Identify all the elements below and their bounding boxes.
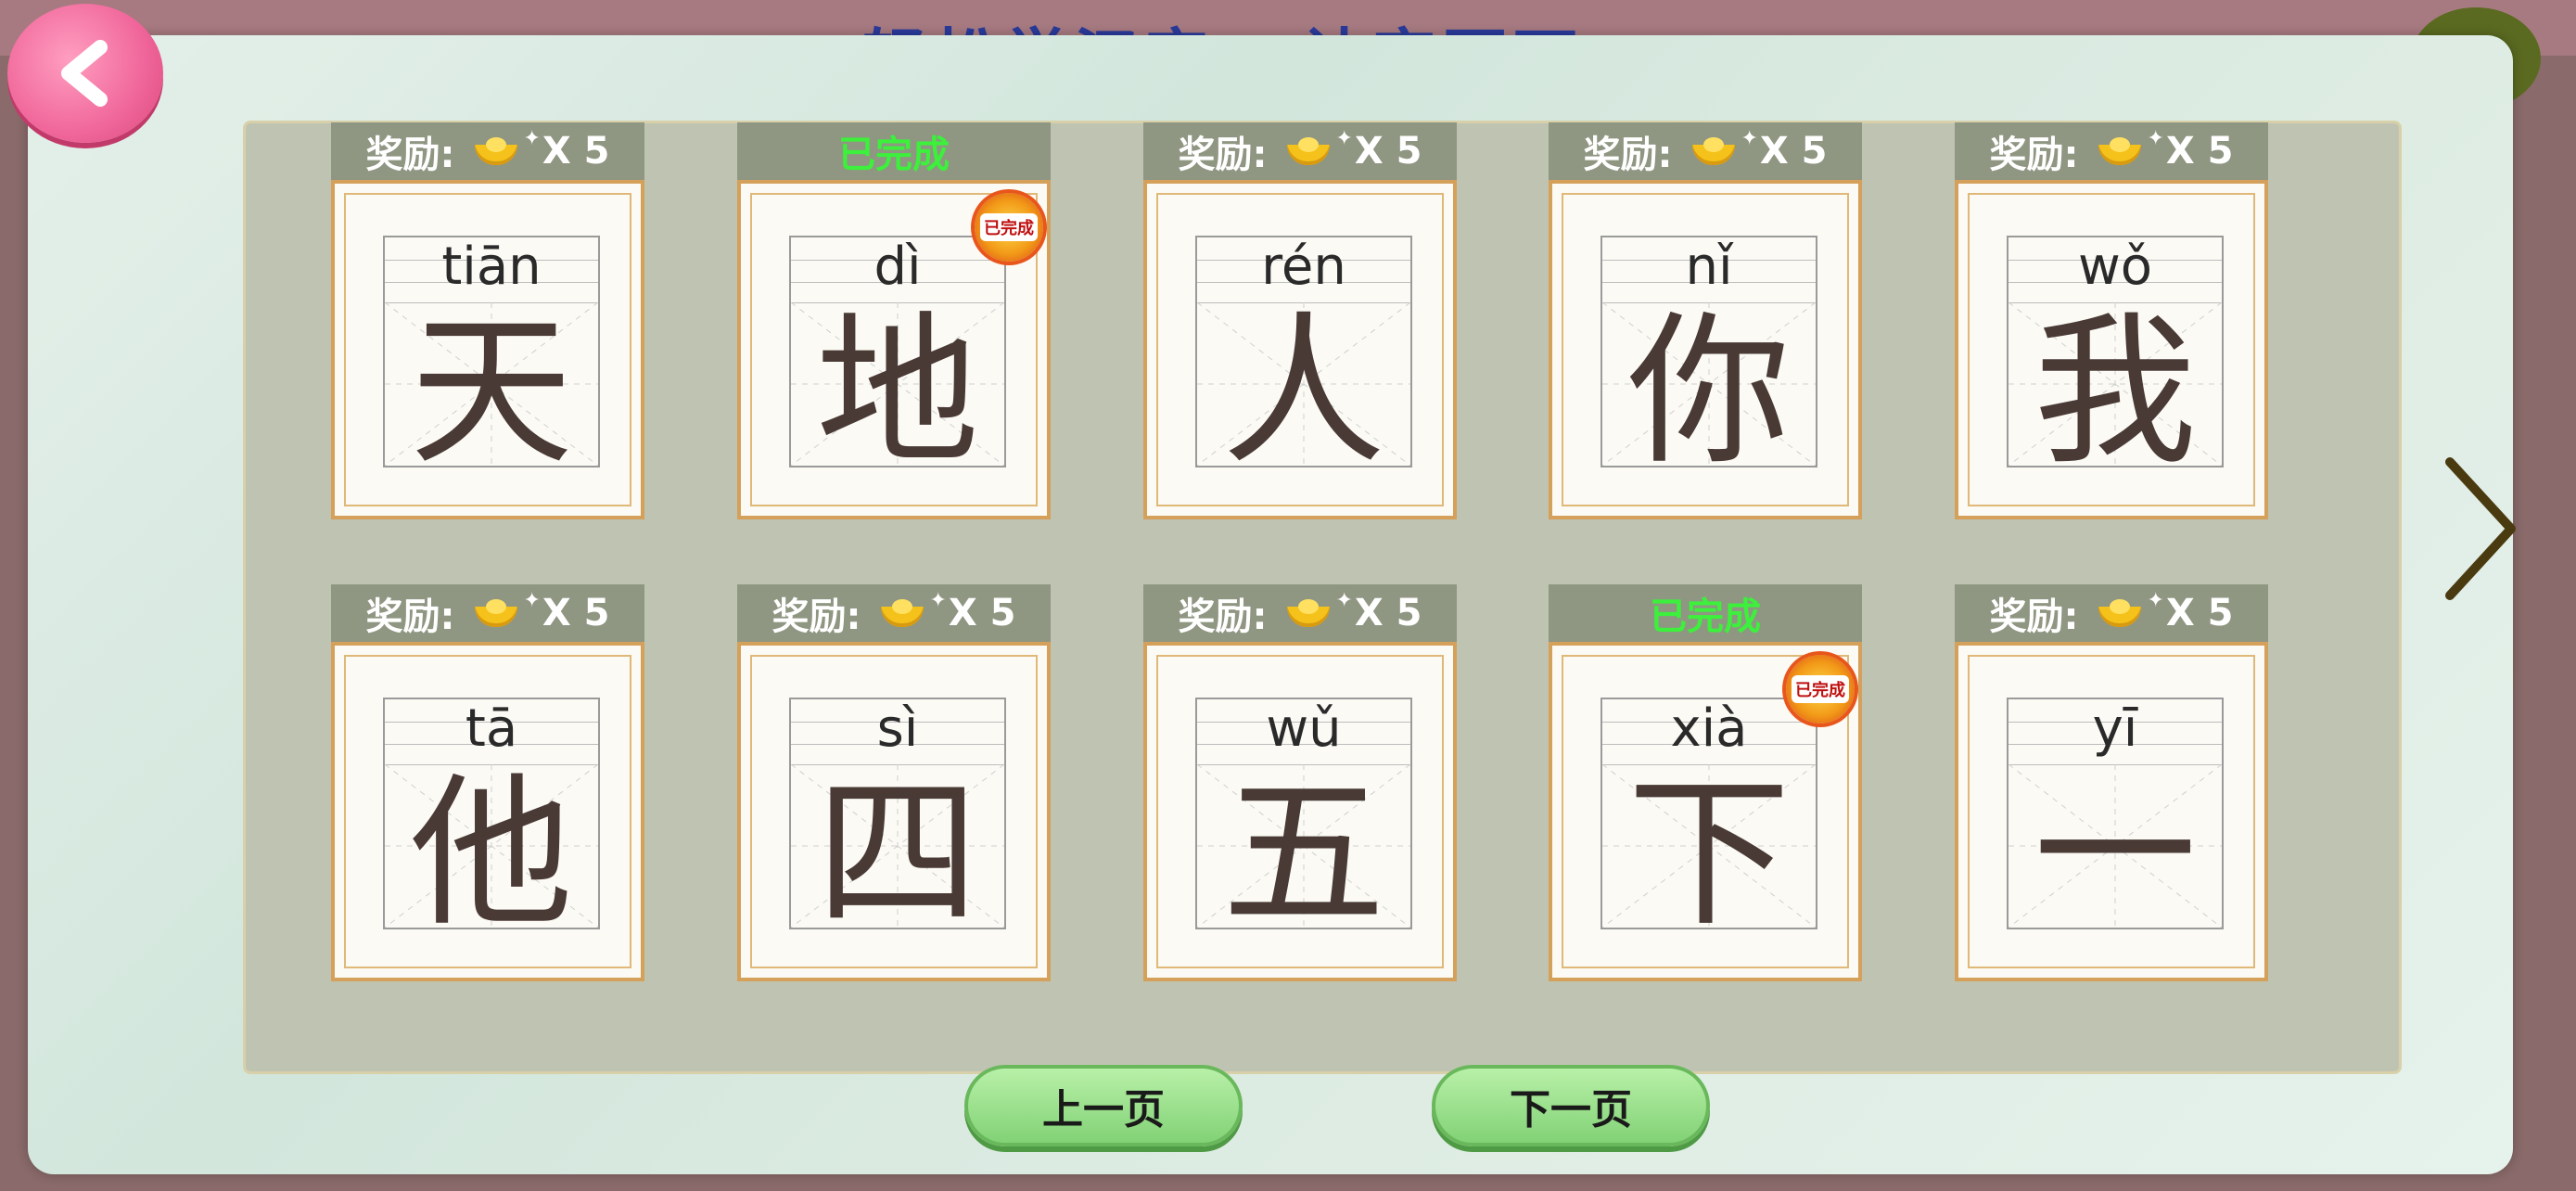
gold-ingot-icon: [2097, 135, 2143, 167]
reward-multiplier: X 5: [2165, 130, 2234, 173]
gold-ingot-icon: [1285, 135, 1332, 167]
reward-multiplier: X 5: [542, 592, 610, 634]
reward-label: 奖励: ✦ X 5: [1549, 122, 1862, 180]
reward-multiplier: X 5: [1759, 130, 1828, 173]
pinyin: nǐ: [1685, 237, 1733, 297]
reward-multiplier: X 5: [948, 592, 1016, 634]
pinyin: tā: [465, 698, 518, 759]
character-practice-sheet: rén 人: [1143, 180, 1457, 519]
character-practice-sheet: sì 四: [737, 642, 1051, 981]
character-card[interactable]: 奖励: ✦ X 5 nǐ 你: [1549, 122, 1862, 519]
character-card[interactable]: 奖励: ✦ X 5 wǔ 五: [1143, 584, 1457, 981]
reward-multiplier: X 5: [2165, 592, 2234, 634]
character-card[interactable]: 奖励: ✦ X 5 tā 他: [331, 584, 644, 981]
character-practice-sheet: tiān 天: [331, 180, 644, 519]
chinese-character: 一: [2033, 759, 2197, 949]
reward-label: 奖励: ✦ X 5: [331, 122, 644, 180]
reward-multiplier: X 5: [1354, 592, 1422, 634]
sparkle-icon: ✦: [1335, 588, 1353, 612]
prev-page-button[interactable]: 上一页: [964, 1065, 1243, 1146]
character-card[interactable]: 已完成 xià 下已完成: [1549, 584, 1862, 981]
reward-text: 奖励:: [1989, 134, 2079, 176]
gold-ingot-icon: [879, 597, 925, 629]
pinyin: wǒ: [2077, 237, 2153, 297]
completed-stamp-icon: 已完成: [975, 193, 1043, 262]
gold-ingot-icon: [473, 135, 519, 167]
reward-text: 奖励:: [1989, 596, 2079, 638]
reward-label: 奖励: ✦ X 5: [331, 584, 644, 642]
reward-label: 奖励: ✦ X 5: [737, 584, 1051, 642]
character-card[interactable]: 奖励: ✦ X 5 tiān 天: [331, 122, 644, 519]
chevron-left-icon: [61, 40, 108, 107]
character-practice-sheet: wǔ 五: [1143, 642, 1457, 981]
gold-ingot-icon: [473, 597, 519, 629]
character-practice-sheet: wǒ 我: [1955, 180, 2268, 519]
back-button[interactable]: [7, 4, 163, 143]
pinyin: wǔ: [1266, 698, 1342, 759]
reward-text: 奖励:: [1178, 596, 1268, 638]
next-page-button[interactable]: 下一页: [1432, 1065, 1710, 1146]
gold-ingot-icon: [2097, 597, 2143, 629]
chinese-character: 你: [1626, 297, 1791, 487]
character-practice-sheet: xià 下已完成: [1549, 642, 1862, 981]
completed-stamp-icon: 已完成: [1786, 655, 1855, 724]
chinese-character: 天: [409, 297, 573, 487]
chinese-character: 五: [1221, 759, 1385, 949]
sparkle-icon: ✦: [523, 588, 541, 612]
sparkle-icon: ✦: [1741, 126, 1758, 150]
reward-label: 奖励: ✦ X 5: [1143, 122, 1457, 180]
reward-text: 奖励:: [1178, 134, 1268, 176]
chinese-character: 下: [1626, 759, 1791, 949]
completed-label: 已完成: [737, 122, 1051, 180]
character-practice-sheet: nǐ 你: [1549, 180, 1862, 519]
character-card[interactable]: 已完成 dì 地已完成: [737, 122, 1051, 519]
reward-multiplier: X 5: [1354, 130, 1422, 173]
gold-ingot-icon: [1690, 135, 1737, 167]
reward-label: 奖励: ✦ X 5: [1955, 122, 2268, 180]
reward-text: 奖励:: [772, 596, 861, 638]
reward-label: 奖励: ✦ X 5: [1143, 584, 1457, 642]
character-practice-sheet: tā 他: [331, 642, 644, 981]
next-page-arrow[interactable]: [2439, 455, 2522, 603]
sparkle-icon: ✦: [929, 588, 947, 612]
sparkle-icon: ✦: [2147, 126, 2164, 150]
character-practice-sheet: dì 地已完成: [737, 180, 1051, 519]
reward-text: 奖励:: [365, 134, 455, 176]
chinese-character: 他: [409, 759, 573, 949]
reward-text: 奖励:: [365, 596, 455, 638]
character-practice-sheet: yī 一: [1955, 642, 2268, 981]
chinese-character: 我: [2033, 297, 2197, 487]
sparkle-icon: ✦: [523, 126, 541, 150]
character-card[interactable]: 奖励: ✦ X 5 wǒ 我: [1955, 122, 2268, 519]
pinyin: yī: [2092, 698, 2138, 759]
character-card[interactable]: 奖励: ✦ X 5 sì 四: [737, 584, 1051, 981]
pinyin: tiān: [441, 237, 542, 297]
character-card[interactable]: 奖励: ✦ X 5 yī 一: [1955, 584, 2268, 981]
reward-multiplier: X 5: [542, 130, 610, 173]
pinyin: sì: [876, 698, 919, 759]
chevron-right-icon: [2445, 457, 2516, 600]
sparkle-icon: ✦: [2147, 588, 2164, 612]
chinese-character: 四: [815, 759, 979, 949]
gold-ingot-icon: [1285, 597, 1332, 629]
reward-text: 奖励:: [1583, 134, 1673, 176]
chinese-character: 地: [815, 297, 979, 487]
character-card[interactable]: 奖励: ✦ X 5 rén 人: [1143, 122, 1457, 519]
reward-label: 奖励: ✦ X 5: [1955, 584, 2268, 642]
sparkle-icon: ✦: [1335, 126, 1353, 150]
chinese-character: 人: [1221, 297, 1385, 487]
pinyin: rén: [1261, 237, 1346, 297]
completed-label: 已完成: [1549, 584, 1862, 642]
